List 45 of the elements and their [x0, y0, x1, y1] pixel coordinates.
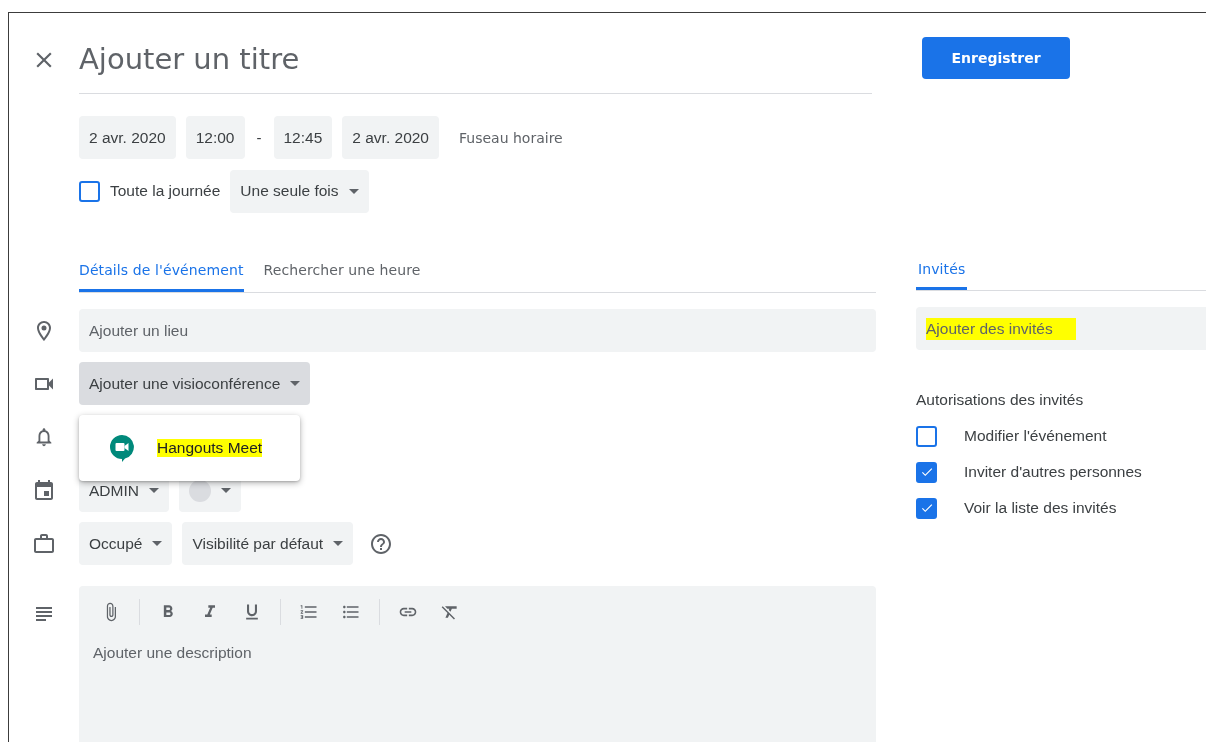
video-chat-bubble-icon [109, 434, 135, 463]
visibility-dropdown[interactable]: Visibilité par défaut [182, 522, 354, 566]
tab[interactable]: Détails de l'événement [79, 251, 244, 292]
briefcase-icon [32, 531, 56, 556]
tab[interactable]: Invités [916, 250, 968, 290]
availability-dropdown[interactable]: Occupé [79, 522, 173, 566]
caret-icon [348, 188, 359, 194]
location-field[interactable]: Ajouter un lieu [79, 309, 876, 353]
permission-checkbox[interactable] [916, 497, 937, 519]
checkmark-icon [919, 465, 934, 479]
range-dash: - [255, 129, 263, 147]
caret-icon [152, 541, 163, 547]
permission-checkbox[interactable] [916, 425, 937, 447]
time-field[interactable]: 12:45 [273, 116, 333, 160]
guest-field[interactable]: Ajouter des invités [916, 307, 1206, 350]
checkbox-label: Toute la journée [110, 182, 221, 201]
title-field[interactable]: Ajouter un titre [79, 42, 872, 76]
guest-input[interactable]: Ajouter des invités [926, 317, 1076, 340]
description-field[interactable]: Ajouter une description [93, 643, 853, 704]
save-button[interactable]: Enregistrer [922, 37, 1070, 79]
color-swatch [188, 479, 211, 502]
date-field[interactable]: 2 avr. 2020 [79, 116, 176, 160]
checkbox-label: Modifier l'événement [964, 427, 1107, 445]
date-field[interactable]: 2 avr. 2020 [342, 116, 439, 160]
time-field[interactable]: 12:00 [185, 116, 245, 160]
caret-icon [148, 488, 159, 494]
option-label: Hangouts Meet [157, 439, 263, 458]
caret-icon [220, 488, 231, 494]
caret-icon [290, 381, 301, 387]
checkbox-label: Inviter d'autres personnes [964, 463, 1142, 481]
recurrence-dropdown[interactable]: Une seule fois [230, 169, 369, 213]
caret-icon [333, 541, 344, 547]
permission-checkbox[interactable] [916, 461, 937, 483]
time-zone-button[interactable]: Fuseau horaire [449, 129, 573, 146]
calendar-icon [32, 478, 56, 503]
help-icon [369, 531, 394, 556]
checkbox-label: Voir la liste des invités [964, 499, 1117, 517]
menu-item[interactable]: Hangouts Meet [79, 415, 300, 482]
section-heading: Autorisations des invités [916, 391, 1085, 409]
conference-dropdown[interactable]: Ajouter une visioconférence [79, 362, 311, 406]
description-editor[interactable]: Ajouter une description [79, 585, 876, 742]
tab[interactable]: Rechercher une heure [263, 251, 421, 292]
help-button[interactable] [369, 531, 394, 556]
checkmark-icon [919, 501, 934, 515]
all-day-checkbox[interactable] [79, 180, 100, 202]
